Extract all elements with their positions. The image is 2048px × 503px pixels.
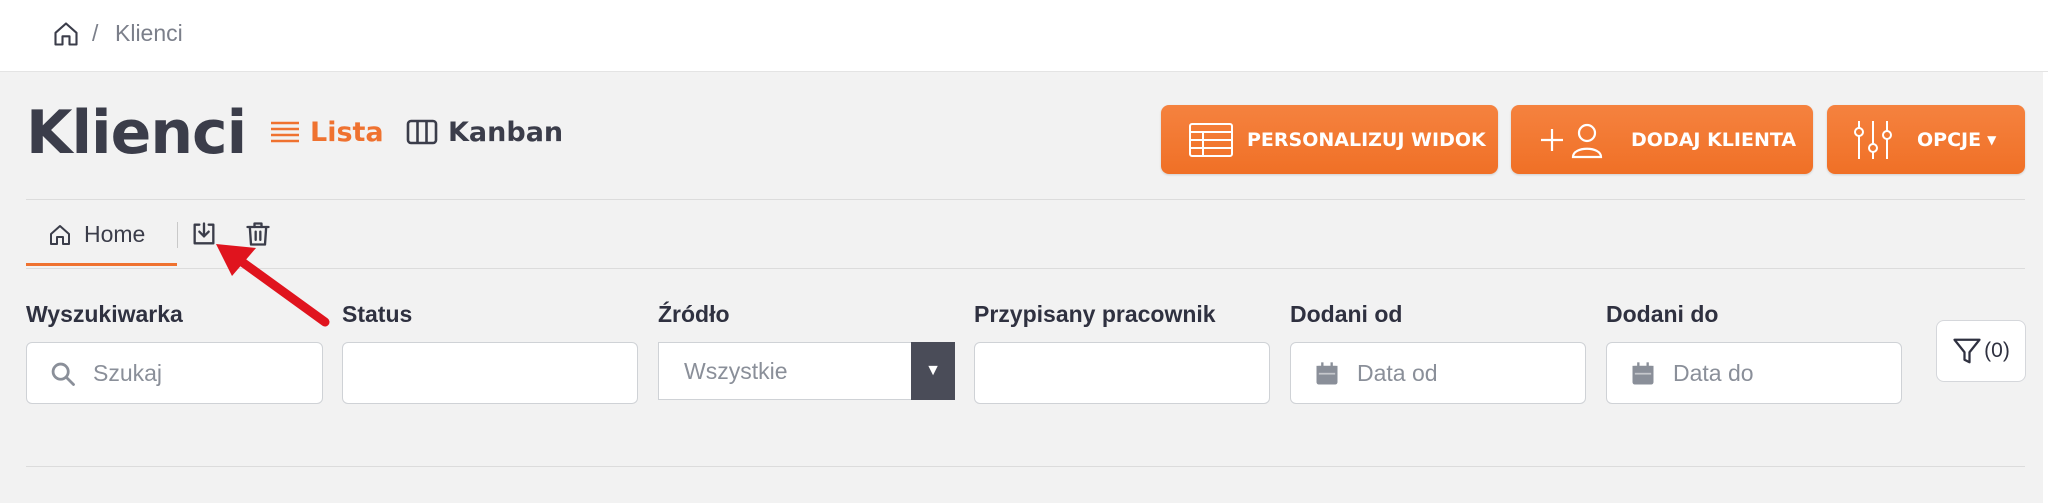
- date-from-input[interactable]: Data od: [1290, 342, 1586, 404]
- kanban-icon: [406, 119, 438, 145]
- search-placeholder: Szukaj: [93, 360, 163, 386]
- options-label: OPCJE: [1917, 128, 1982, 151]
- top-bar: / Klienci: [0, 0, 2048, 72]
- breadcrumb-separator: /: [92, 20, 99, 46]
- source-select-value: Wszystkie: [684, 358, 788, 384]
- page-edge: [2043, 72, 2048, 503]
- home-icon: [50, 224, 70, 245]
- tab-home-label: Home: [84, 221, 146, 247]
- breadcrumb-home-icon[interactable]: [52, 20, 80, 48]
- employee-label: Przypisany pracownik: [974, 301, 1216, 327]
- status-label: Status: [342, 301, 413, 327]
- search-label: Wyszukiwarka: [26, 301, 183, 327]
- calendar-icon: [1316, 362, 1338, 385]
- add-user-icon: [1541, 123, 1603, 158]
- tab-home[interactable]: Home: [26, 206, 177, 266]
- page-title: Klienci: [26, 98, 247, 168]
- chevron-down-icon: ▼: [1987, 132, 1997, 147]
- date-to-input[interactable]: Data do: [1606, 342, 1902, 404]
- search-input[interactable]: Szukaj: [26, 342, 323, 404]
- date-to-placeholder: Data do: [1673, 360, 1754, 386]
- employee-input[interactable]: [974, 342, 1270, 404]
- personalize-view-button[interactable]: PERSONALIZUJ WIDOK: [1161, 105, 1498, 174]
- source-select[interactable]: Wszystkie ▼: [658, 342, 955, 400]
- breadcrumb-current: Klienci: [115, 20, 183, 46]
- status-input[interactable]: [342, 342, 638, 404]
- personalize-view-label: PERSONALIZUJ WIDOK: [1247, 128, 1486, 151]
- divider: [26, 199, 2025, 200]
- date-from-label: Dodani od: [1290, 301, 1403, 327]
- date-to-label: Dodani do: [1606, 301, 1719, 327]
- divider: [26, 466, 2025, 467]
- filter-button[interactable]: (0): [1936, 320, 2026, 382]
- source-label: Źródło: [658, 301, 730, 327]
- view-kanban-label: Kanban: [448, 116, 564, 148]
- add-client-button[interactable]: DODAJ KLIENTA: [1511, 105, 1813, 174]
- view-kanban-toggle[interactable]: Kanban: [406, 114, 563, 150]
- annotation-arrow-icon: [216, 244, 330, 327]
- filter-count: (0): [1984, 339, 2010, 362]
- add-client-label: DODAJ KLIENTA: [1631, 128, 1797, 151]
- options-button[interactable]: OPCJE ▼: [1827, 105, 2025, 174]
- view-list-label: Lista: [310, 116, 384, 148]
- tab-separator: [177, 222, 178, 248]
- sliders-icon: [1854, 120, 1892, 159]
- funnel-icon: [1953, 338, 1981, 364]
- select-caret-icon[interactable]: ▼: [911, 342, 955, 400]
- calendar-icon: [1632, 362, 1654, 385]
- list-icon: [271, 121, 299, 143]
- search-icon: [51, 362, 75, 386]
- view-list-toggle[interactable]: Lista: [270, 114, 384, 150]
- table-icon: [1189, 122, 1233, 157]
- date-from-placeholder: Data od: [1357, 360, 1438, 386]
